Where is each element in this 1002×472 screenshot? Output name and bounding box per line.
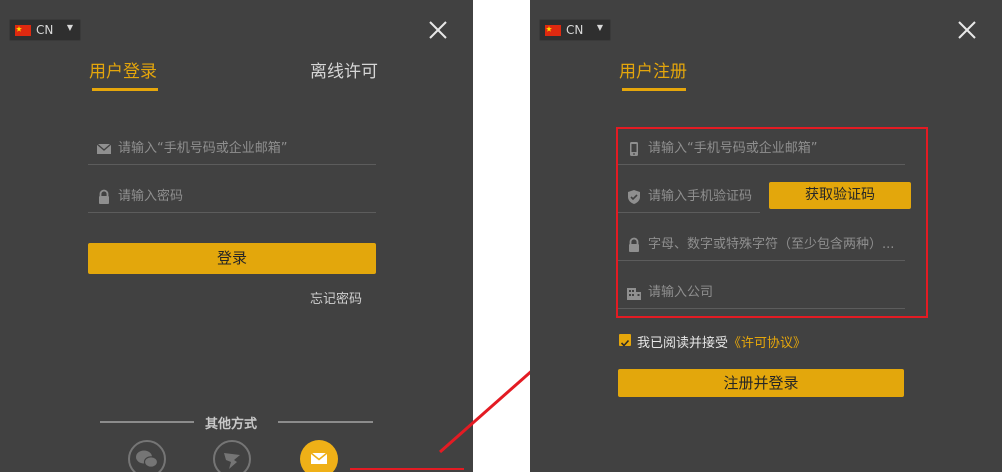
agree-prefix: 我已阅读并接受	[637, 336, 729, 351]
license-agreement-link[interactable]: 《许可协议》	[728, 336, 806, 351]
agree-checkbox[interactable]	[619, 334, 631, 347]
language-code: CN	[566, 23, 584, 37]
highlight-frame	[616, 127, 928, 318]
close-icon	[958, 21, 976, 39]
register-login-button[interactable]: 注册并登录	[618, 369, 904, 397]
china-flag-icon	[545, 25, 561, 36]
chevron-down-icon: ▼	[596, 23, 603, 32]
tab-user-register[interactable]: 用户注册	[619, 60, 687, 84]
close-button[interactable]	[953, 16, 981, 44]
tab-active-underline	[622, 88, 686, 91]
agree-text: 我已阅读并接受《许可协议》	[637, 332, 806, 351]
language-selector[interactable]: CN ▼	[539, 19, 611, 41]
check-icon	[620, 339, 630, 347]
